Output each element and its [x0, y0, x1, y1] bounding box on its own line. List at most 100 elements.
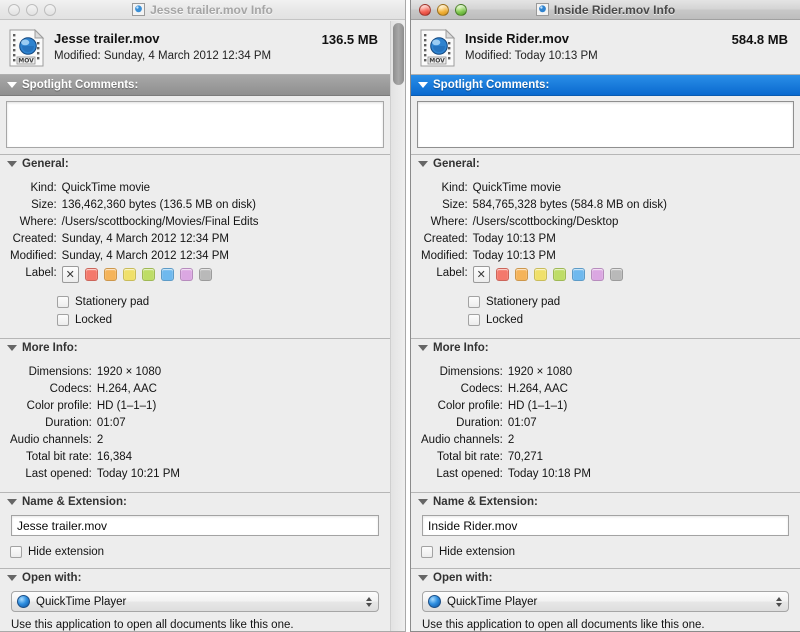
spotlight-comments-input[interactable]: [417, 101, 794, 148]
minimize-button[interactable]: [437, 3, 449, 16]
chevron-updown-icon: [776, 596, 782, 607]
label-none-button[interactable]: ✕: [472, 266, 490, 283]
disclosure-triangle-icon[interactable]: [418, 161, 428, 167]
info-key: Created:: [12, 233, 57, 245]
label-swatch-gray[interactable]: [198, 268, 212, 281]
more-info-header[interactable]: More Info:: [0, 339, 390, 357]
label-swatch-orange[interactable]: [103, 268, 117, 281]
stationery-pad-row[interactable]: Stationery pad: [468, 293, 790, 311]
more-info-header[interactable]: More Info:: [411, 339, 800, 357]
label-swatches[interactable]: ✕: [472, 265, 790, 283]
locked-row[interactable]: Locked: [57, 311, 380, 329]
open-with-header[interactable]: Open with:: [411, 569, 800, 587]
info-window-inside-rider[interactable]: Inside Rider.mov Info MOV Inside Rider.m…: [410, 0, 800, 632]
name-extension-header[interactable]: Name & Extension:: [0, 493, 390, 511]
disclosure-triangle-icon[interactable]: [418, 345, 428, 351]
spotlight-comments-input[interactable]: [6, 101, 384, 148]
label-swatch-yellow[interactable]: [533, 268, 547, 281]
stationery-pad-checkbox[interactable]: [468, 296, 480, 308]
spotlight-comments-header[interactable]: Spotlight Comments:: [411, 75, 800, 96]
zoom-button[interactable]: [455, 3, 467, 16]
info-key: Audio channels:: [10, 434, 92, 446]
label-swatch-purple[interactable]: [179, 268, 193, 281]
quicktime-icon: [428, 595, 441, 608]
label-swatch-blue[interactable]: [160, 268, 174, 281]
general-header[interactable]: General:: [411, 155, 800, 173]
vertical-scrollbar[interactable]: [390, 21, 405, 631]
info-key: Codecs:: [49, 383, 92, 395]
disclosure-triangle-icon[interactable]: [418, 575, 428, 581]
file-name-input[interactable]: Jesse trailer.mov: [11, 515, 379, 536]
close-button[interactable]: [419, 3, 431, 16]
open-with-select[interactable]: QuickTime Player: [11, 591, 379, 612]
disclosure-triangle-icon[interactable]: [7, 499, 17, 505]
name-extension-body: Jesse trailer.mov Hide extension: [0, 511, 390, 568]
minimize-button[interactable]: [26, 3, 38, 16]
label-swatch-green[interactable]: [552, 268, 566, 281]
open-with-header[interactable]: Open with:: [0, 569, 390, 587]
info-value: HD (1–1–1): [507, 400, 568, 412]
file-header: MOV Jesse trailer.mov Modified: Sunday, …: [0, 21, 390, 74]
open-with-app-name: QuickTime Player: [36, 595, 127, 608]
locked-row[interactable]: Locked: [468, 311, 790, 329]
spotlight-comments-header[interactable]: Spotlight Comments:: [0, 75, 390, 96]
hide-extension-row[interactable]: Hide extension: [10, 543, 380, 561]
info-window-jesse-trailer[interactable]: Jesse trailer.mov Info MOV Jesse trailer…: [0, 0, 406, 632]
window-controls[interactable]: [411, 3, 467, 16]
name-extension-header[interactable]: Name & Extension:: [411, 493, 800, 511]
label-swatch-red[interactable]: [495, 268, 509, 281]
info-value: 16,384: [96, 451, 133, 463]
title-center: Jesse trailer.mov Info: [0, 0, 405, 19]
file-name-input[interactable]: Inside Rider.mov: [422, 515, 789, 536]
label-swatch-blue[interactable]: [571, 268, 585, 281]
open-with-app-name: QuickTime Player: [447, 595, 538, 608]
info-row: Last opened: Today 10:21 PM: [10, 466, 380, 483]
more-info-label: More Info:: [433, 342, 489, 354]
hide-extension-row[interactable]: Hide extension: [421, 543, 790, 561]
general-label: General:: [22, 158, 69, 170]
info-key: Total bit rate:: [26, 451, 92, 463]
open-with-helper-text: Use this application to open all documen…: [11, 619, 294, 631]
more-info-table: Dimensions: 1920 × 1080 Codecs: H.264, A…: [421, 364, 790, 483]
window-controls[interactable]: [0, 3, 56, 16]
disclosure-triangle-icon[interactable]: [7, 161, 17, 167]
section-spotlight-comments: Spotlight Comments:: [411, 74, 800, 148]
mov-file-icon: [132, 3, 146, 16]
general-header[interactable]: General:: [0, 155, 390, 173]
label-none-button[interactable]: ✕: [61, 266, 79, 283]
info-key: Where:: [430, 216, 468, 228]
locked-checkbox[interactable]: [468, 314, 480, 326]
open-with-select[interactable]: QuickTime Player: [422, 591, 789, 612]
stationery-pad-label: Stationery pad: [486, 296, 561, 308]
info-value: 01:07: [507, 417, 537, 429]
section-more-info: More Info: Dimensions: 1920 × 1080 Codec…: [411, 338, 800, 492]
label-row-key: Label:: [25, 267, 57, 279]
info-value: QuickTime movie: [472, 182, 562, 194]
info-key: Last opened:: [436, 468, 503, 480]
label-swatch-orange[interactable]: [514, 268, 528, 281]
label-swatches[interactable]: ✕: [61, 265, 380, 283]
disclosure-triangle-icon[interactable]: [7, 345, 17, 351]
label-swatch-green[interactable]: [141, 268, 155, 281]
stationery-pad-checkbox[interactable]: [57, 296, 69, 308]
scrollbar-thumb[interactable]: [393, 23, 404, 85]
label-swatch-red[interactable]: [84, 268, 98, 281]
zoom-button[interactable]: [44, 3, 56, 16]
disclosure-triangle-icon[interactable]: [418, 82, 428, 88]
titlebar[interactable]: Jesse trailer.mov Info: [0, 0, 405, 20]
info-row: Duration: 01:07: [421, 415, 790, 432]
stationery-pad-row[interactable]: Stationery pad: [57, 293, 380, 311]
disclosure-triangle-icon[interactable]: [418, 499, 428, 505]
label-swatch-yellow[interactable]: [122, 268, 136, 281]
titlebar[interactable]: Inside Rider.mov Info: [411, 0, 800, 20]
label-swatch-gray[interactable]: [609, 268, 623, 281]
disclosure-triangle-icon[interactable]: [7, 82, 17, 88]
name-extension-label: Name & Extension:: [22, 496, 127, 508]
info-key: Color profile:: [437, 400, 503, 412]
hide-extension-checkbox[interactable]: [421, 546, 433, 558]
disclosure-triangle-icon[interactable]: [7, 575, 17, 581]
close-button[interactable]: [8, 3, 20, 16]
hide-extension-checkbox[interactable]: [10, 546, 22, 558]
label-swatch-purple[interactable]: [590, 268, 604, 281]
locked-checkbox[interactable]: [57, 314, 69, 326]
